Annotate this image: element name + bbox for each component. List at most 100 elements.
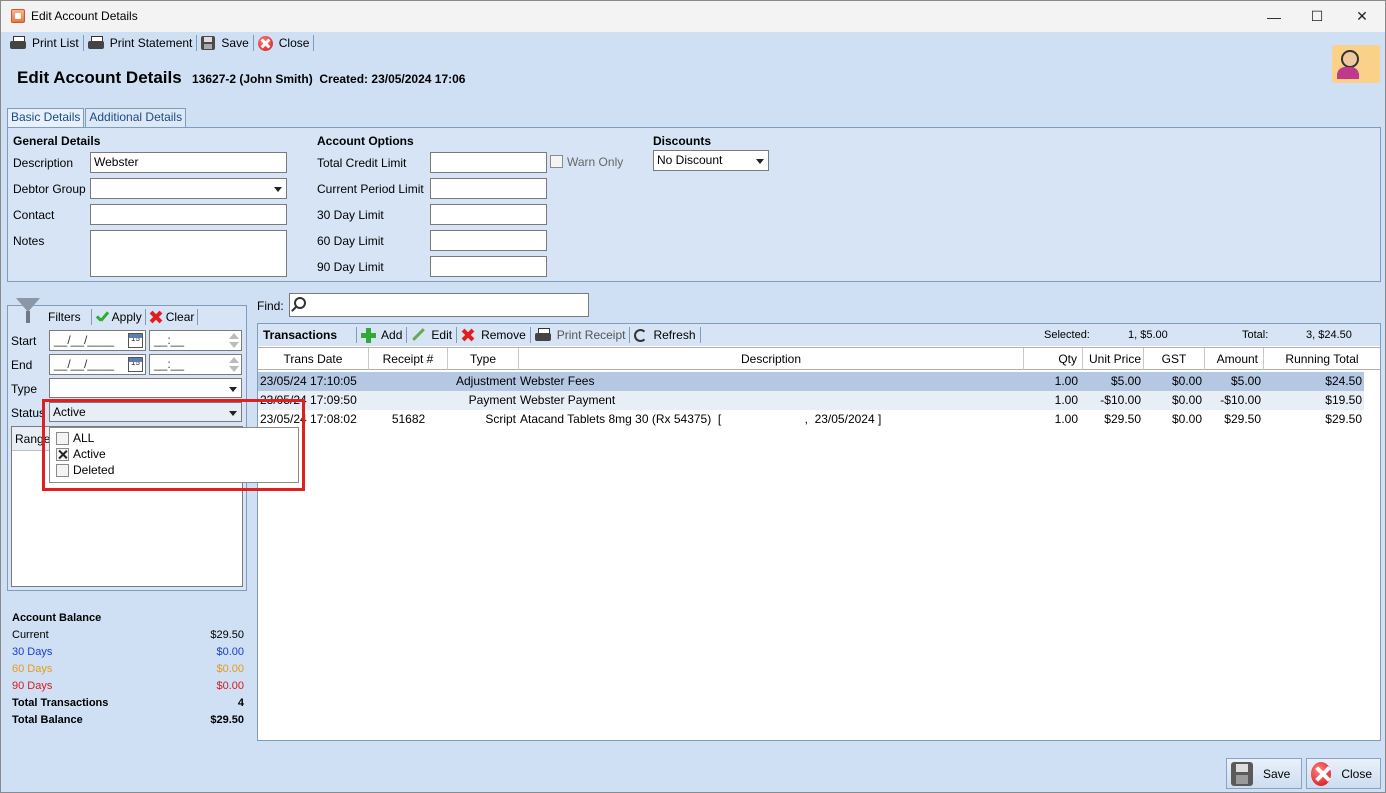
close-icon [257, 35, 273, 51]
description-input[interactable]: Webster [90, 152, 287, 173]
toolbar-separator [456, 327, 458, 343]
debtor-group-label: Debtor Group [13, 182, 86, 196]
account-balance: Account Balance Current $29.50 30 Days $… [12, 612, 244, 731]
toolbar-separator [313, 35, 315, 51]
col-running-total[interactable]: Running Total [1264, 348, 1380, 370]
col-trans-date[interactable]: Trans Date [258, 348, 369, 370]
minimize-button[interactable]: — [1251, 1, 1297, 32]
description-label: Description [13, 156, 74, 170]
window-close-button[interactable]: ✕ [1339, 1, 1385, 32]
toolbar-separator [356, 327, 358, 343]
notes-textarea[interactable] [90, 230, 287, 277]
cell-qty: 1.00 [1054, 393, 1078, 407]
remove-transaction-button[interactable]: Remove [458, 325, 529, 345]
start-date-input[interactable]: __/__/____ 15 [49, 330, 146, 351]
cell-date: 23/05/24 17:09:50 [260, 393, 357, 407]
type-select[interactable] [49, 378, 242, 398]
balance-row-90: 90 Days $0.00 [12, 680, 244, 697]
pencil-icon [411, 328, 425, 342]
day90-limit-input[interactable] [430, 256, 547, 277]
notes-label: Notes [13, 234, 45, 248]
save-disk-icon [1231, 761, 1253, 786]
end-date-input[interactable]: __/__/____ 15 [49, 354, 146, 375]
tab-basic-details[interactable]: Basic Details [7, 108, 85, 128]
check-icon [95, 310, 109, 324]
print-receipt-button[interactable]: Print Receipt [532, 325, 629, 345]
refresh-button[interactable]: Refresh [631, 325, 698, 345]
day30-limit-label: 30 Day Limit [317, 208, 384, 222]
cell-running-total: $19.50 [1325, 393, 1362, 407]
col-description[interactable]: Description [519, 348, 1024, 370]
debtor-group-select[interactable] [90, 178, 287, 199]
chevron-down-icon [229, 387, 237, 392]
current-period-limit-input[interactable] [430, 178, 547, 199]
table-row[interactable]: 23/05/24 17:09:50 Payment Webster Paymen… [258, 391, 1364, 410]
balance-label: Current [12, 629, 49, 641]
status-active-checkbox[interactable] [56, 448, 69, 461]
end-time-input[interactable]: __:__ [149, 354, 242, 375]
close-icon [1311, 761, 1332, 786]
maximize-button[interactable]: ☐ [1294, 1, 1340, 32]
status-deleted-checkbox[interactable] [56, 464, 69, 477]
toolbar-separator [196, 35, 198, 51]
discount-select[interactable]: No Discount [653, 150, 769, 171]
spinner-icon[interactable] [227, 356, 239, 373]
col-unit-price[interactable]: Unit Price [1083, 348, 1144, 370]
window-title: Edit Account Details [31, 9, 138, 23]
col-type[interactable]: Type [448, 348, 519, 370]
toolbar-save-button[interactable]: Save [198, 33, 251, 53]
warn-only-label: Warn Only [567, 155, 624, 169]
status-select[interactable]: Active [49, 402, 242, 422]
table-row[interactable]: 23/05/24 17:08:02 51682 Script Atacand T… [258, 410, 1364, 429]
search-icon [294, 297, 306, 309]
edit-transaction-button[interactable]: Edit [408, 325, 455, 345]
col-gst[interactable]: GST [1144, 348, 1205, 370]
total-value: 3, $24.50 [1306, 329, 1352, 341]
print-list-button[interactable]: Print List [7, 33, 82, 53]
toolbar-separator [529, 327, 531, 343]
warn-only-checkbox[interactable] [550, 155, 563, 168]
total-credit-limit-input[interactable] [430, 152, 547, 173]
footer-save-label: Save [1263, 766, 1291, 781]
clear-filter-button[interactable]: Clear [147, 307, 197, 327]
cell-date: 23/05/24 17:10:05 [260, 374, 357, 388]
find-input[interactable] [289, 293, 589, 317]
calendar-icon[interactable]: 15 [128, 333, 143, 348]
table-row[interactable]: 23/05/24 17:10:05 Adjustment Webster Fee… [258, 372, 1364, 391]
footer-close-button[interactable]: Close [1306, 758, 1381, 789]
user-avatar-icon [1332, 45, 1380, 83]
detail-tabs: Basic Details Additional Details [7, 108, 187, 128]
account-options-heading: Account Options [317, 134, 414, 148]
status-all-checkbox[interactable] [56, 432, 69, 445]
toolbar-close-button[interactable]: Close [255, 33, 313, 53]
clear-x-icon [149, 310, 163, 324]
toolbar-close-label: Close [278, 36, 310, 50]
status-option-label: Deleted [73, 463, 115, 477]
day30-limit-input[interactable] [430, 204, 547, 225]
start-time-placeholder: __:__ [154, 333, 185, 347]
footer-save-button[interactable]: Save [1226, 758, 1302, 789]
day60-limit-input[interactable] [430, 230, 547, 251]
cell-gst: $0.00 [1171, 393, 1202, 407]
contact-input[interactable] [90, 204, 287, 225]
spinner-icon[interactable] [227, 332, 239, 349]
col-amount[interactable]: Amount [1205, 348, 1264, 370]
add-transaction-button[interactable]: Add [358, 325, 405, 345]
calendar-icon[interactable]: 15 [128, 357, 143, 372]
day60-limit-label: 60 Day Limit [317, 234, 384, 248]
footer-close-label: Close [1341, 766, 1372, 781]
tab-additional-details[interactable]: Additional Details [85, 108, 187, 127]
save-disk-icon [201, 36, 216, 50]
apply-filter-button[interactable]: Apply [93, 307, 144, 327]
start-label: Start [11, 334, 37, 348]
print-statement-button[interactable]: Print Statement [85, 33, 196, 53]
start-time-input[interactable]: __:__ [149, 330, 242, 351]
end-date-placeholder: __/__/____ [54, 357, 115, 371]
print-list-label: Print List [32, 36, 79, 50]
col-qty[interactable]: Qty [1024, 348, 1083, 370]
toolbar-save-label: Save [221, 36, 249, 50]
total-label: Total: [1242, 329, 1269, 341]
cell-qty: 1.00 [1054, 412, 1078, 426]
col-receipt[interactable]: Receipt # [369, 348, 448, 370]
printer-icon [10, 36, 26, 50]
